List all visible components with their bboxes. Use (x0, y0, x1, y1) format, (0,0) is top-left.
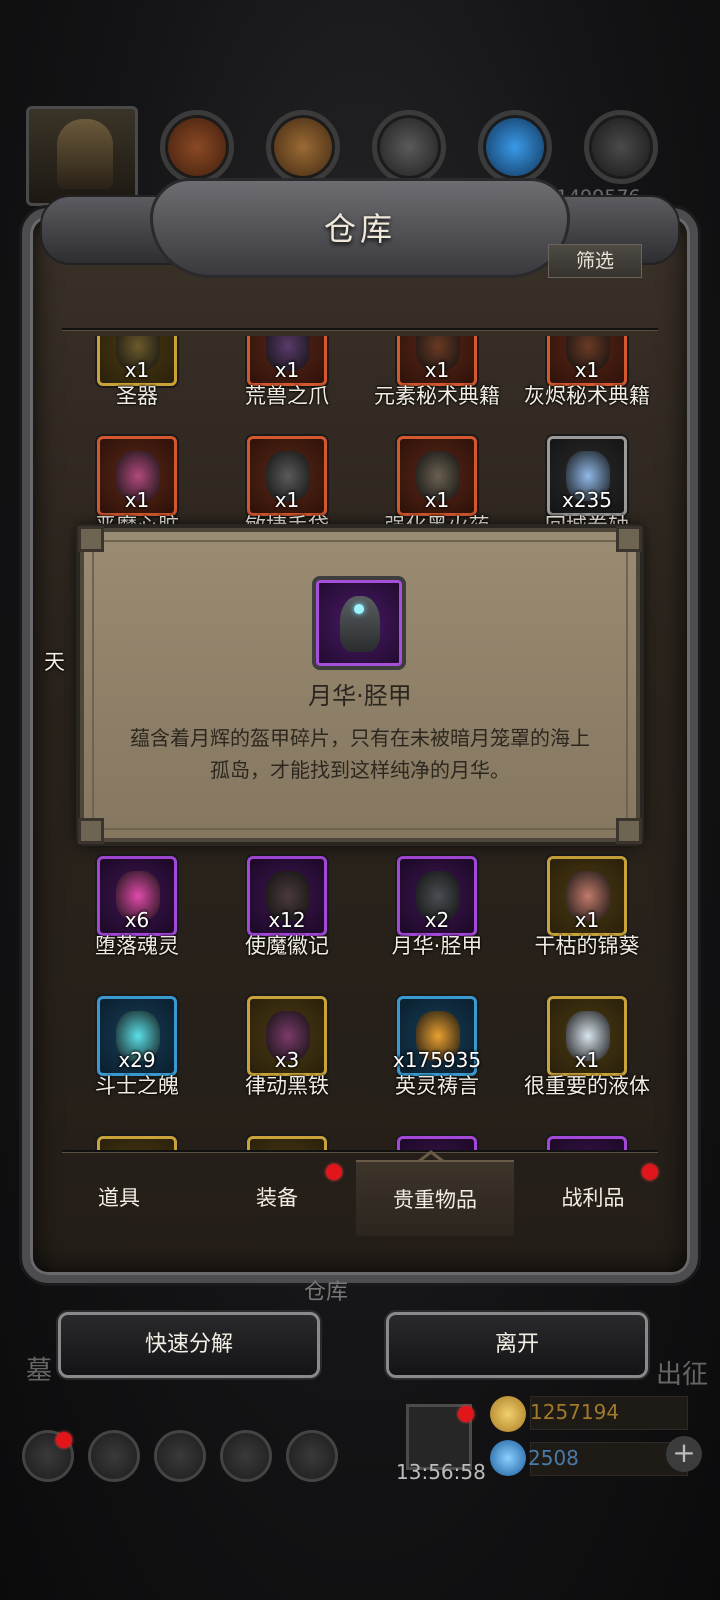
item-quantity: x3 (274, 1048, 300, 1072)
leave-button[interactable]: 离开 (386, 1312, 648, 1378)
tooltip-item-description: 蕴含着月辉的盔甲碎片，只有在未被暗月笼罩的海上孤岛，才能找到这样纯净的月华。 (130, 726, 590, 782)
item-tooltip: 月华·胫甲 蕴含着月辉的盔甲碎片，只有在未被暗月笼罩的海上孤岛，才能找到这样纯净… (78, 526, 642, 844)
iron-resource-icon[interactable] (372, 110, 446, 184)
item-name: 英灵祷言 (395, 1074, 479, 1098)
loot-badge (642, 1164, 658, 1180)
item-quantity: x1 (274, 358, 300, 382)
item-name: 使魔徽记 (245, 934, 329, 958)
notification-badge (56, 1432, 72, 1448)
filter-button[interactable]: 筛选 (548, 244, 642, 278)
notification-badge (458, 1406, 474, 1422)
panel-footer-label: 仓库 (304, 1280, 349, 1305)
gift-timer: 13:56:58 (396, 1460, 486, 1484)
item-quantity: x1 (274, 488, 300, 512)
gold-amount: 1257194 (530, 1400, 620, 1424)
item-name: 元素秘术典籍 (374, 384, 500, 408)
item-quantity: x1 (124, 358, 150, 382)
mail-icon[interactable] (220, 1430, 272, 1482)
grid-top-divider (62, 328, 658, 330)
item-cell[interactable]: x1 干枯的锦葵 (512, 856, 658, 986)
item-quantity: x12 (268, 908, 306, 932)
item-cell[interactable]: x1 荒兽之爪 (212, 336, 362, 436)
item-name: 荒兽之爪 (245, 384, 329, 408)
quick-decompose-button[interactable]: 快速分解 (58, 1312, 320, 1378)
item-name: 很重要的液体 (524, 1074, 650, 1098)
gold-coin-icon (490, 1396, 526, 1432)
item-name: 月华·胫甲 (391, 934, 483, 958)
item-quantity: x235 (561, 488, 612, 512)
item-quantity: x6 (124, 908, 150, 932)
equipment-badge (326, 1164, 342, 1180)
shield-icon[interactable] (154, 1430, 206, 1482)
item-quantity: x175935 (392, 1048, 482, 1072)
tab-items[interactable]: 道具 (40, 1160, 198, 1236)
tooltip-corner (616, 818, 642, 844)
item-name: 堕落魂灵 (95, 934, 179, 958)
item-name: 律动黑铁 (245, 1074, 329, 1098)
item-cell[interactable]: x12 使魔徽记 (212, 856, 362, 986)
star-icon[interactable] (88, 1430, 140, 1482)
book-icon[interactable] (286, 1430, 338, 1482)
item-quantity: x1 (424, 358, 450, 382)
item-quantity: x1 (424, 488, 450, 512)
item-cell[interactable]: x1 圣器 (62, 336, 212, 436)
item-quantity: x2 (424, 908, 450, 932)
item-quantity: x1 (574, 358, 600, 382)
item-quantity: x1 (574, 908, 600, 932)
wood-resource-icon[interactable] (160, 110, 234, 184)
tooltip-item-icon (312, 576, 406, 670)
item-cell[interactable]: x3 律动黑铁 (212, 996, 362, 1126)
gem-icon (490, 1440, 526, 1476)
tooltip-corner (78, 526, 104, 552)
bottom-hud: 墓 出征 13:56:58 1257194 2508 + (0, 1356, 720, 1600)
item-quantity: x29 (118, 1048, 156, 1072)
helmet-icon (57, 119, 113, 189)
item-quantity: x1 (124, 488, 150, 512)
side-label-right: 出征 (656, 1360, 709, 1390)
stone-resource-icon[interactable] (584, 110, 658, 184)
tooltip-item-name: 月华·胫甲 (308, 682, 412, 710)
gem-amount: 2508 (528, 1446, 579, 1470)
item-cell[interactable]: x1 元素秘术典籍 (362, 336, 512, 436)
item-cell[interactable]: x1 很重要的液体 (512, 996, 658, 1126)
item-name: 斗士之魄 (95, 1074, 179, 1098)
tooltip-corner (616, 526, 642, 552)
item-cell[interactable]: x1 灰烬秘术典籍 (512, 336, 658, 436)
item-cell[interactable]: x175935 英灵祷言 (362, 996, 512, 1126)
item-cell[interactable]: x6 堕落魂灵 (62, 856, 212, 986)
item-name: 灰烬秘术典籍 (524, 384, 650, 408)
item-name: 干枯的锦葵 (534, 934, 640, 958)
category-tabs: 道具 装备 贵重物品 战利品 (40, 1160, 680, 1240)
hero-portrait[interactable] (26, 106, 138, 206)
item-cell[interactable]: x2 月华·胫甲 (362, 856, 512, 986)
crystal-resource-icon[interactable] (478, 110, 552, 184)
timber-resource-icon[interactable] (266, 110, 340, 184)
add-currency-button[interactable]: + (666, 1436, 702, 1472)
tooltip-corner (78, 818, 104, 844)
side-label-left: 墓 (26, 1356, 53, 1386)
item-quantity: x1 (574, 1048, 600, 1072)
greaves-icon (340, 596, 380, 652)
tab-valuables[interactable]: 贵重物品 (356, 1160, 514, 1236)
grid-bottom-divider (62, 1150, 658, 1152)
item-name: 圣器 (116, 384, 158, 408)
item-cell[interactable]: x29 斗士之魄 (62, 996, 212, 1126)
